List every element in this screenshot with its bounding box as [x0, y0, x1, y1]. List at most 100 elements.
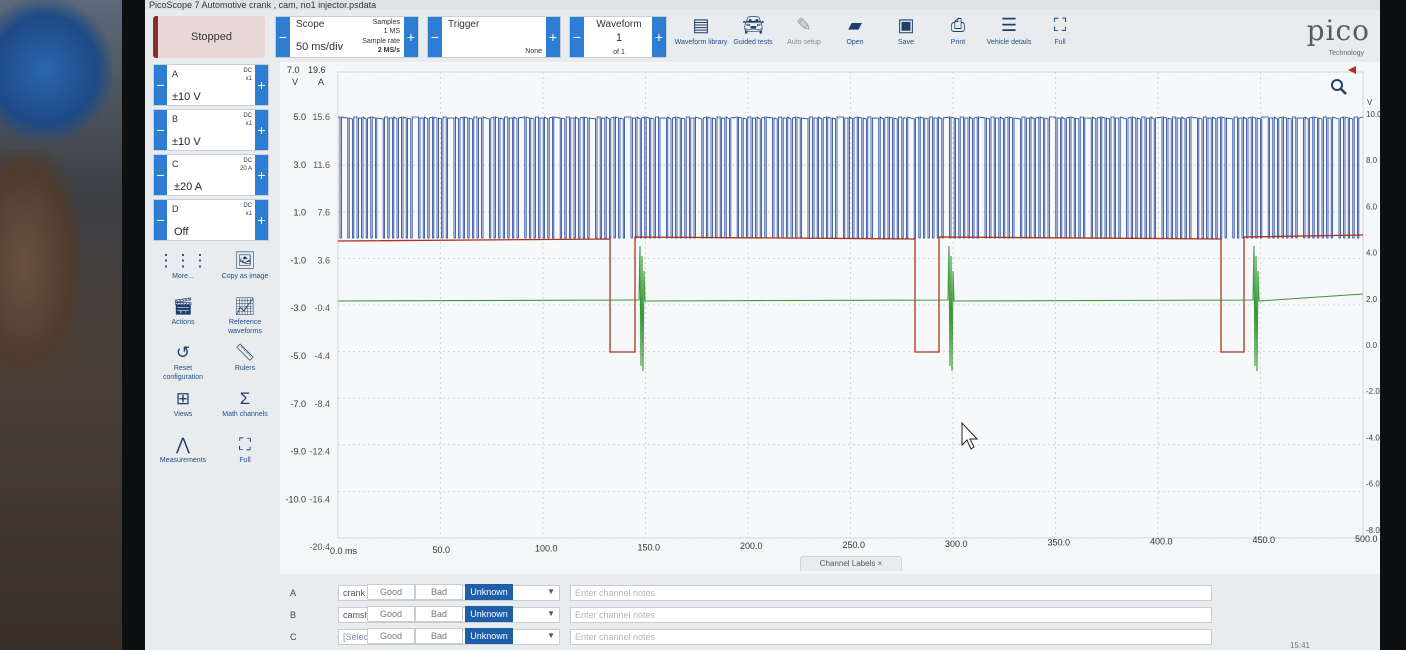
math-channels-button[interactable]: Σ Math channels — [215, 388, 275, 419]
timebase-decrease-button[interactable]: − — [276, 17, 290, 57]
channel-a-name: A — [172, 69, 179, 79]
waveform-chart-icon: 📈︎ — [234, 297, 256, 316]
channel-a-coupling[interactable]: DC x1 — [243, 67, 252, 83]
scope-label: Scope — [296, 19, 325, 30]
right-tick: 6.0 — [1366, 202, 1378, 211]
reset-configuration-button[interactable]: ↺ Reset configuration — [153, 342, 213, 382]
sample-rate-value: 2 MS/s — [377, 47, 400, 54]
guided-tests-button[interactable]: 🚘︎ Guided tests — [726, 14, 780, 46]
print-button[interactable]: ⎙ Print — [931, 14, 985, 46]
channel-a-good-button[interactable]: Good — [367, 584, 415, 600]
channel-d-range[interactable]: Off — [174, 226, 188, 238]
channel-a-bad-button[interactable]: Bad — [415, 584, 463, 600]
full-screen-button[interactable]: ⛶ Full — [1033, 14, 1087, 46]
channel-c-decrease-button[interactable]: − — [154, 155, 167, 195]
rulers-button[interactable]: 📏︎ Rulers — [215, 342, 275, 373]
channel-c-increase-button[interactable]: + — [255, 155, 268, 195]
timebase-increase-button[interactable]: + — [404, 17, 418, 57]
right-tick: -4.0 — [1366, 433, 1380, 442]
channel-b-bad-button[interactable]: Bad — [415, 606, 463, 622]
left-a-tick: 15.6 — [312, 112, 330, 122]
channel-c-good-button[interactable]: Good — [367, 628, 415, 644]
measurements-button[interactable]: ⋀ Measurements — [153, 434, 213, 465]
trigger-increase-button[interactable]: + — [546, 17, 560, 57]
channel-b-control[interactable]: − B DC x1 ±10 V + — [153, 109, 269, 151]
sample-rate-label: Sample rate — [362, 38, 400, 45]
save-button[interactable]: ▣ Save — [879, 14, 933, 46]
copy-as-image-button[interactable]: 🖼︎ Copy as image — [215, 250, 275, 281]
left-v-tick: 5.0 — [293, 112, 306, 122]
channel-a-control[interactable]: − A DC x1 ±10 V + — [153, 64, 269, 106]
vehicle-details-button[interactable]: ☰ Vehicle details — [982, 14, 1036, 46]
scope-waveform-svg[interactable]: 7.0 19.6V A5.03.01.0-1.0-3.0-5.0-7.0-9.0-1… — [280, 62, 1380, 574]
right-axis: V10.08.06.04.02.00.0-2.0-4.0-6.0-8.0 — [1366, 98, 1380, 535]
waveform-next-button[interactable]: + — [652, 17, 666, 57]
history-clock-icon: ↺ — [175, 343, 191, 362]
channel-d-control[interactable]: − D DC x1 Off + — [153, 199, 269, 241]
reference-waveforms-button[interactable]: 📈︎ Reference waveforms — [215, 296, 275, 336]
open-button[interactable]: ▰ Open — [828, 14, 882, 46]
dots-grid-icon: ⋮⋮⋮ — [157, 251, 209, 270]
system-clock: 15:41 — [1289, 641, 1310, 650]
trigger-decrease-button[interactable]: − — [428, 17, 442, 57]
right-unit: V — [1367, 98, 1373, 107]
left-v-tick: 1.0 — [293, 208, 306, 218]
waveform-library-button[interactable]: ▤ Waveform library — [674, 14, 728, 46]
left-v-tick: -7.0 — [290, 399, 306, 409]
run-stop-button[interactable]: Stopped — [153, 16, 265, 58]
grid-view-icon: ⊞ — [175, 389, 191, 408]
channel-d-decrease-button[interactable]: − — [154, 200, 167, 240]
full-view-button[interactable]: ⛶ Full — [215, 434, 275, 465]
left-v-tick: -9.0 — [290, 447, 306, 457]
label-row-c: C [Select label]▼ Enter channel notes Go… — [280, 628, 1380, 648]
timebase-value[interactable]: 50 ms/div — [296, 41, 343, 53]
x-tick: 250.0 — [843, 540, 866, 550]
label-row-channel: C — [290, 632, 297, 642]
scope-plot-area[interactable]: 7.0 19.6 V A 5.0 3.0 1.0 -1.0 -3.0 -5.0 -7.0 -9.0 -1… — [280, 62, 1380, 574]
channel-b-good-button[interactable]: Good — [367, 606, 415, 622]
sigma-icon: Σ — [239, 389, 251, 408]
book-stack-icon: ▤ — [692, 15, 710, 35]
channel-c-range[interactable]: ±20 A — [174, 181, 202, 193]
channel-b-coupling[interactable]: DC x1 — [243, 112, 252, 128]
channel-c-bad-button[interactable]: Bad — [415, 628, 463, 644]
picoscope-window: PicoScope 7 Automotive crank , cam, no1 … — [145, 0, 1380, 650]
left-a-tick: -0.4 — [314, 303, 330, 313]
left-v-tick: 3.0 — [293, 160, 306, 170]
scope-timebase-control: − Scope 50 ms/div Samples 1 MS Sample ra… — [275, 16, 419, 58]
x-tick: 100.0 — [535, 544, 558, 554]
channel-c-coupling[interactable]: DC 20 A — [240, 157, 252, 173]
channel-d-increase-button[interactable]: + — [255, 200, 268, 240]
trigger-mode[interactable]: None — [525, 47, 542, 56]
channel-c-control[interactable]: − C DC 20 A ±20 A + — [153, 154, 269, 196]
channel-sidebar: − A DC x1 ±10 V + − B DC x1 ±10 V + − C DC… — [145, 62, 280, 650]
x-tick: 450.0 — [1253, 535, 1276, 545]
folder-icon: ▰ — [848, 15, 862, 35]
left-v-tick: -5.0 — [290, 351, 306, 361]
actions-button[interactable]: 🎬︎ Actions — [153, 296, 213, 327]
channel-a-decrease-button[interactable]: − — [154, 65, 167, 105]
channel-d-coupling[interactable]: DC x1 — [243, 202, 252, 218]
x-tick: 50.0 — [433, 545, 451, 555]
right-tick: -6.0 — [1366, 480, 1380, 489]
more-button[interactable]: ⋮⋮⋮ More... — [153, 250, 213, 281]
channel-a-notes-input[interactable]: Enter channel notes — [570, 585, 1212, 601]
auto-setup-button[interactable]: ✎ Auto setup — [777, 14, 831, 46]
views-button[interactable]: ⊞ Views — [153, 388, 213, 419]
channel-labels-tab[interactable]: Channel Labels × — [800, 556, 902, 571]
left-a-tick: -16.4 — [309, 494, 330, 504]
channel-a-increase-button[interactable]: + — [255, 65, 268, 105]
channel-b-unknown-button[interactable]: Unknown — [465, 606, 513, 622]
channel-b-notes-input[interactable]: Enter channel notes — [570, 607, 1212, 623]
channel-c-unknown-button[interactable]: Unknown — [465, 628, 513, 644]
channel-b-range[interactable]: ±10 V — [172, 136, 201, 148]
x-tick: 400.0 — [1150, 536, 1173, 546]
right-tick: 4.0 — [1366, 249, 1378, 258]
channel-b-decrease-button[interactable]: − — [154, 110, 167, 150]
channel-a-range[interactable]: ±10 V — [172, 91, 201, 103]
channel-a-unknown-button[interactable]: Unknown — [465, 584, 513, 600]
channel-c-notes-input[interactable]: Enter channel notes — [570, 629, 1212, 645]
samples-value[interactable]: 1 MS — [384, 27, 400, 36]
left-a-tick: 11.6 — [313, 160, 330, 170]
channel-b-increase-button[interactable]: + — [255, 110, 268, 150]
